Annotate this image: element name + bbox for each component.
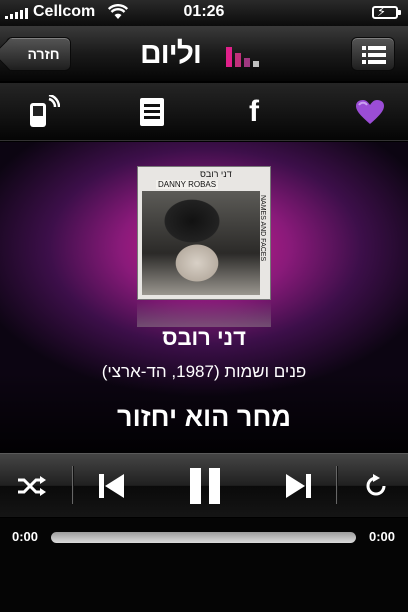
ringtone-phone-icon[interactable] <box>27 95 61 129</box>
app-logo: וליום <box>140 37 270 70</box>
cover-photo <box>142 191 260 295</box>
previous-track-icon <box>99 474 124 498</box>
progress-bar-area: 0:00 0:00 <box>0 518 408 612</box>
elapsed-time: 0:00 <box>12 529 39 544</box>
album-info: (פנים ושמות (1987, הד-ארצי <box>101 362 307 381</box>
menu-button[interactable] <box>351 37 395 71</box>
pause-icon <box>190 468 220 504</box>
controls-divider <box>72 466 73 504</box>
shuffle-icon <box>18 476 46 496</box>
logo-text: וליום <box>140 37 202 70</box>
back-button-label: חזרה <box>27 46 60 62</box>
playback-controls <box>0 453 408 517</box>
repeat-icon <box>366 474 386 496</box>
shuffle-button[interactable] <box>12 454 52 518</box>
list-menu-icon <box>362 46 386 64</box>
next-button[interactable] <box>276 454 320 518</box>
battery-icon: ⚡ <box>372 5 401 19</box>
pause-button[interactable] <box>180 454 230 518</box>
cover-side-text: NAMES AND FACES <box>259 195 266 262</box>
artist-name: דני רובס <box>162 325 246 350</box>
action-toolbar: f <box>0 83 408 141</box>
status-time: 01:26 <box>183 3 225 20</box>
cover-english-text: DANNY ROBAS <box>156 180 219 189</box>
back-button[interactable]: חזרה <box>0 37 71 71</box>
facebook-icon[interactable]: f <box>237 95 271 129</box>
navigation-bar: חזרה וליום <box>0 26 408 82</box>
remaining-time: 0:00 <box>368 529 395 544</box>
cover-hebrew-text: דני רובס <box>200 169 232 179</box>
album-cover[interactable]: דני רובס DANNY ROBAS NAMES AND FACES <box>137 166 271 300</box>
lyrics-icon[interactable] <box>135 95 169 129</box>
song-title: מחר הוא יחזור <box>117 402 291 432</box>
favorite-heart-icon[interactable] <box>353 95 387 129</box>
cover-reflection <box>137 301 271 327</box>
now-playing-panel: דני רובס DANNY ROBAS NAMES AND FACES דני… <box>0 142 408 453</box>
logo-bars-icon <box>226 41 259 67</box>
progress-slider[interactable] <box>51 532 356 543</box>
controls-divider <box>336 466 337 504</box>
back-arrow-icon <box>0 37 27 71</box>
next-track-icon <box>286 474 311 498</box>
previous-button[interactable] <box>90 454 134 518</box>
status-bar: Cellcom 01:26 ⚡ <box>0 0 408 26</box>
repeat-button[interactable] <box>356 454 396 518</box>
